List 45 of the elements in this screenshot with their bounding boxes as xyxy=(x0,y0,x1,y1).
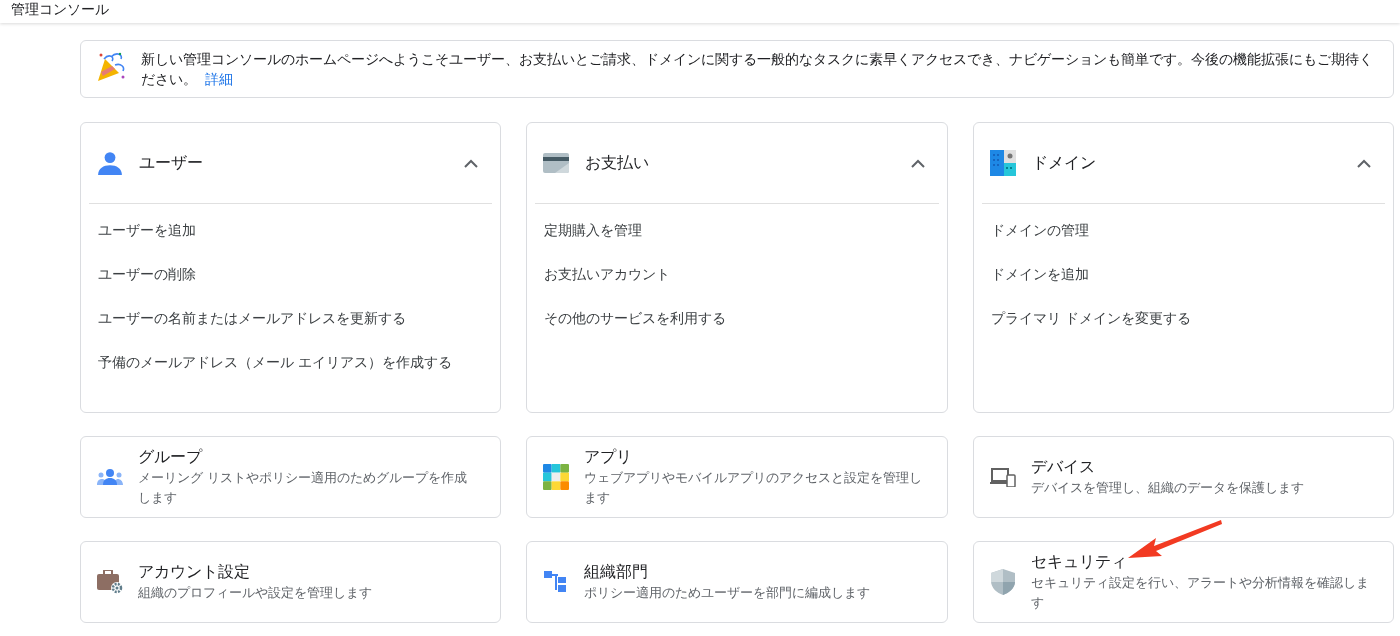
laptop-phone-icon xyxy=(989,467,1016,487)
category-card[interactable]: アプリ ウェブアプリやモバイルアプリのアクセスと設定を管理します xyxy=(526,436,948,518)
card-title: ドメイン xyxy=(1031,153,1097,173)
details-link[interactable]: 詳細 xyxy=(204,71,233,87)
task-link[interactable]: 予備のメールアドレス（メール エイリアス）を作成する xyxy=(98,352,452,396)
credit-card-icon xyxy=(543,153,570,173)
card-description: ポリシー適用のためユーザーを部門に編成します xyxy=(584,584,871,602)
shield-icon xyxy=(989,569,1016,595)
card-description: セキュリティ設定を行い、アラートや分析情報を確認します xyxy=(1030,574,1369,612)
card-description: デバイスを管理し、組織のデータを保護します xyxy=(1030,479,1304,497)
category-card[interactable]: 組織部門 ポリシー適用のためユーザーを部門に編成します xyxy=(526,541,948,623)
card-title: お支払い xyxy=(585,153,651,173)
card-title: デバイス xyxy=(1030,457,1096,477)
task-link[interactable]: ドメインの管理 xyxy=(990,220,1089,264)
task-link[interactable]: ユーザーを追加 xyxy=(98,220,196,264)
task-link[interactable]: プライマリ ドメインを変更する xyxy=(990,308,1191,352)
card-title: アカウント設定 xyxy=(138,562,251,582)
briefcase-gear-icon xyxy=(97,570,123,594)
building-icon xyxy=(989,150,1016,176)
card-title: ユーザー xyxy=(139,153,204,173)
card-description: ウェブアプリやモバイルアプリのアクセスと設定を管理します xyxy=(584,469,923,507)
card-description: メーリング リストやポリシー適用のためグループを作成します xyxy=(138,469,468,507)
people-icon xyxy=(97,468,123,486)
task-link[interactable]: 定期購入を管理 xyxy=(544,220,643,264)
console-title: 管理コンソール xyxy=(11,1,109,17)
card-title: アプリ xyxy=(584,447,634,467)
category-card[interactable]: アカウント設定 組織のプロフィールや設定を管理します xyxy=(80,541,502,623)
category-card[interactable]: グループ メーリング リストやポリシー適用のためグループを作成します xyxy=(80,436,502,518)
collapse-chevron-icon[interactable] xyxy=(910,158,925,168)
card-description: 組織のプロフィールや設定を管理します xyxy=(138,584,372,602)
task-link[interactable]: その他のサービスを利用する xyxy=(544,308,727,352)
category-card[interactable]: デバイス デバイスを管理し、組織のデータを保護します xyxy=(972,436,1394,518)
person-icon xyxy=(97,150,123,176)
card-title: セキュリティ xyxy=(1030,552,1128,572)
task-link[interactable]: お支払いアカウント xyxy=(544,264,671,308)
task-link[interactable]: ドメインを追加 xyxy=(990,264,1089,308)
app-grid-icon xyxy=(543,464,570,490)
task-link[interactable]: ユーザーの削除 xyxy=(98,264,196,308)
task-link[interactable]: ユーザーの名前またはメールアドレスを更新する xyxy=(98,308,406,352)
banner-text: 新しい管理コンソールのホームページへようこそユーザー、お支払いとご請求、ドメインに関する一般的なタスクに素早くアクセスでき、ナビゲーションも簡単です。今後の機能拡張にもご期待ください。 詳細 xyxy=(141,50,1374,89)
card-title: グループ xyxy=(138,447,204,467)
party-popper-icon xyxy=(95,51,127,83)
collapse-chevron-icon[interactable] xyxy=(464,158,479,168)
collapse-chevron-icon[interactable] xyxy=(1357,158,1371,168)
card-title: 組織部門 xyxy=(584,562,650,582)
